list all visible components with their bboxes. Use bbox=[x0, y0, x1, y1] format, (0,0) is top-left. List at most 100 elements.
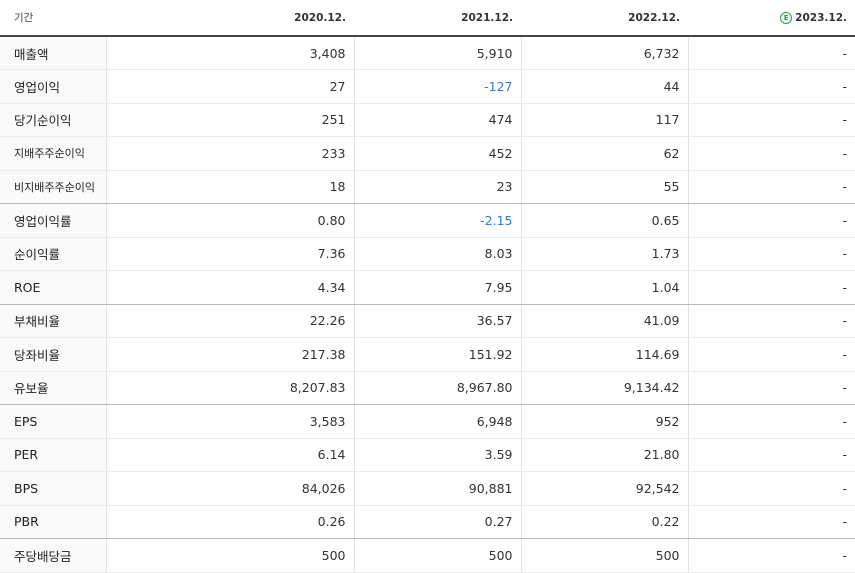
table-cell: -2.15 bbox=[353, 203, 521, 238]
table-row: 비지배주주순이익 18 23 55- bbox=[0, 170, 855, 204]
table-cell: 952 bbox=[520, 404, 688, 439]
table-cell: 0.27 bbox=[353, 505, 521, 539]
row-label: ROE bbox=[0, 270, 106, 305]
row-label: EPS bbox=[0, 404, 106, 439]
row-label: 주당배당금 bbox=[0, 538, 106, 573]
table-cell: - bbox=[687, 36, 855, 70]
table-cell: - bbox=[687, 103, 855, 137]
table-cell: 3,583 bbox=[105, 404, 354, 439]
row-label: PBR bbox=[0, 505, 106, 539]
row-label: 영업이익 bbox=[0, 69, 106, 104]
table-cell: - bbox=[687, 136, 855, 171]
table-row: 영업이익 27 -127 44- bbox=[0, 69, 855, 104]
period-header: 기간 bbox=[0, 0, 106, 37]
table-cell: 7.36 bbox=[105, 237, 354, 271]
table-cell: 452 bbox=[353, 136, 521, 171]
table-row: 영업이익률 0.80 -2.15 0.65- bbox=[0, 203, 855, 238]
table-row: EPS 3,583 6,948 952- bbox=[0, 404, 855, 439]
estimate-icon: E bbox=[780, 11, 793, 24]
table-cell: 90,881 bbox=[353, 471, 521, 506]
table-cell: 3,408 bbox=[105, 36, 354, 70]
table-row: 유보율 8,207.83 8,967.80 9,134.42- bbox=[0, 371, 855, 405]
table-cell: 0.26 bbox=[105, 505, 354, 539]
row-label: BPS bbox=[0, 471, 106, 506]
table-row: BPS 84,026 90,881 92,542- bbox=[0, 471, 855, 506]
table-cell: -127 bbox=[353, 69, 521, 104]
table-cell: 4.34 bbox=[105, 270, 354, 305]
table-row: PBR 0.26 0.27 0.22- bbox=[0, 505, 855, 539]
table-cell: 5,910 bbox=[353, 36, 521, 70]
table-cell: - bbox=[687, 404, 855, 439]
table-cell: 3.59 bbox=[353, 438, 521, 472]
table-cell: 21.80 bbox=[520, 438, 688, 472]
table-cell: 18 bbox=[105, 170, 354, 204]
row-label: 순이익률 bbox=[0, 237, 106, 271]
table-cell: - bbox=[687, 438, 855, 472]
column-header-2022: 2022.12. bbox=[521, 0, 688, 37]
table-cell: 44 bbox=[520, 69, 688, 104]
table-row: 당좌비율 217.38 151.92 114.69- bbox=[0, 337, 855, 372]
table-cell: - bbox=[687, 337, 855, 372]
table-cell: 217.38 bbox=[105, 337, 354, 372]
table-cell: 55 bbox=[520, 170, 688, 204]
table-cell: - bbox=[687, 538, 855, 573]
table-row: 당기순이익 251 474 117- bbox=[0, 103, 855, 137]
table-cell: 92,542 bbox=[520, 471, 688, 506]
table-cell: 9,134.42 bbox=[520, 371, 688, 405]
table-cell: 117 bbox=[520, 103, 688, 137]
table-cell: - bbox=[687, 203, 855, 238]
row-label: 당좌비율 bbox=[0, 337, 106, 372]
table-cell: 6.14 bbox=[105, 438, 354, 472]
row-label: 유보율 bbox=[0, 371, 106, 405]
table-cell: 23 bbox=[353, 170, 521, 204]
table-cell: 7.95 bbox=[353, 270, 521, 305]
table-row: 매출액 3,408 5,910 6,732- bbox=[0, 36, 855, 70]
table-cell: 0.65 bbox=[520, 203, 688, 238]
table-row: 순이익률 7.36 8.03 1.73- bbox=[0, 237, 855, 271]
row-label: 당기순이익 bbox=[0, 103, 106, 137]
row-label: 비지배주주순이익 bbox=[0, 170, 106, 204]
table-cell: 0.80 bbox=[105, 203, 354, 238]
table-cell: 500 bbox=[520, 538, 688, 573]
column-header-2021: 2021.12. bbox=[354, 0, 521, 37]
table-cell: - bbox=[687, 304, 855, 338]
table-row: ROE 4.34 7.95 1.04- bbox=[0, 270, 855, 305]
row-label: 영업이익률 bbox=[0, 203, 106, 238]
row-label: 부채비율 bbox=[0, 304, 106, 338]
row-label: 지배주주순이익 bbox=[0, 136, 106, 171]
table-cell: 6,732 bbox=[520, 36, 688, 70]
table-cell: 8,207.83 bbox=[105, 371, 354, 405]
table-row: 부채비율 22.26 36.57 41.09- bbox=[0, 304, 855, 338]
column-header-2020: 2020.12. bbox=[106, 0, 354, 37]
table-row: 지배주주순이익 233 452 62- bbox=[0, 136, 855, 171]
table-cell: 62 bbox=[520, 136, 688, 171]
table-cell: 8.03 bbox=[353, 237, 521, 271]
table-cell: 36.57 bbox=[353, 304, 521, 338]
table-cell: - bbox=[687, 69, 855, 104]
table-cell: - bbox=[687, 237, 855, 271]
table-cell: - bbox=[687, 505, 855, 539]
table-cell: 114.69 bbox=[520, 337, 688, 372]
table-cell: 8,967.80 bbox=[353, 371, 521, 405]
table-cell: 151.92 bbox=[353, 337, 521, 372]
table-body: 매출액 3,408 5,910 6,732- 영업이익 27 -127 44- 당기순이익 251… bbox=[0, 36, 855, 573]
row-label: PER bbox=[0, 438, 106, 472]
table-cell: 251 bbox=[105, 103, 354, 137]
table-cell: - bbox=[687, 471, 855, 506]
financial-summary-table: 기간 2020.12. 2021.12. 2022.12. E 2023.12. … bbox=[0, 0, 855, 573]
table-cell: 1.04 bbox=[520, 270, 688, 305]
table-cell: 474 bbox=[353, 103, 521, 137]
table-cell: - bbox=[687, 371, 855, 405]
table-cell: - bbox=[687, 170, 855, 204]
table-cell: - bbox=[687, 270, 855, 305]
column-header-2023: 2023.12. bbox=[795, 11, 847, 24]
table-header-row: 기간 2020.12. 2021.12. 2022.12. E 2023.12. bbox=[0, 0, 855, 37]
table-row: PER 6.14 3.59 21.80- bbox=[0, 438, 855, 472]
table-cell: 6,948 bbox=[353, 404, 521, 439]
table-cell: 84,026 bbox=[105, 471, 354, 506]
table-cell: 41.09 bbox=[520, 304, 688, 338]
table-row: 주당배당금 500 500 500- bbox=[0, 538, 855, 573]
table-cell: 500 bbox=[105, 538, 354, 573]
table-cell: 500 bbox=[353, 538, 521, 573]
table-cell: 0.22 bbox=[520, 505, 688, 539]
